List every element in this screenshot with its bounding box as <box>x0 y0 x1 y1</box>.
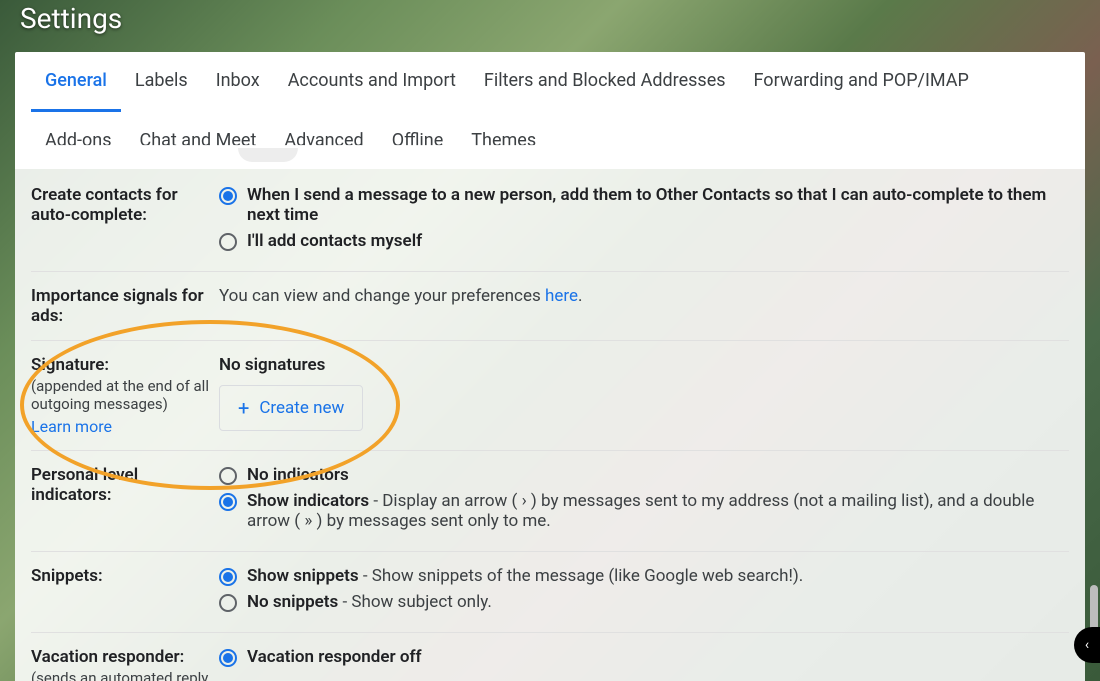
no-snippets-rest: - Show subject only. <box>338 592 492 612</box>
tab-inbox[interactable]: Inbox <box>202 52 274 112</box>
signature-sub: (appended at the end of all outgoing mes… <box>31 377 219 413</box>
ads-text-before: You can view and change your preferences <box>219 286 545 306</box>
radio-contacts-auto[interactable] <box>219 187 237 205</box>
label-create-contacts: Create contacts for auto-complete: <box>31 185 219 257</box>
create-new-signature-button[interactable]: + Create new <box>219 385 363 431</box>
show-snippets-bold: Show snippets <box>247 566 359 586</box>
label-vacation: Vacation responder: (sends an automated … <box>31 647 219 681</box>
radio-show-indicators-label: Show indicators - Display an arrow ( › )… <box>247 491 1069 531</box>
signature-learn-more-link[interactable]: Learn more <box>31 417 219 436</box>
show-snippets-rest: - Show snippets of the message (like Goo… <box>359 566 804 586</box>
radio-contacts-manual[interactable] <box>219 233 237 251</box>
chevron-left-icon: ‹ <box>1085 637 1089 653</box>
label-signature: Signature: (appended at the end of all o… <box>31 355 219 436</box>
no-snippets-bold: No snippets <box>247 592 338 612</box>
radio-no-indicators[interactable] <box>219 467 237 485</box>
ads-text: You can view and change your preferences… <box>219 286 1069 326</box>
vacation-sub: (sends an automated reply <box>31 669 219 681</box>
plus-icon: + <box>238 396 249 420</box>
row-ads: Importance signals for ads: You can view… <box>31 272 1069 341</box>
radio-vacation-off[interactable] <box>219 649 237 667</box>
signature-label-text: Signature: <box>31 355 109 375</box>
row-create-contacts: Create contacts for auto-complete: When … <box>31 145 1069 272</box>
tab-general[interactable]: General <box>31 52 121 112</box>
label-ads: Importance signals for ads: <box>31 286 219 326</box>
tab-labels[interactable]: Labels <box>121 52 202 112</box>
label-snippets: Snippets: <box>31 566 219 618</box>
radio-show-indicators[interactable] <box>219 493 237 511</box>
label-indicators: Personal level indicators: <box>31 465 219 537</box>
radio-no-indicators-label: No indicators <box>247 465 1069 485</box>
radio-contacts-manual-label: I'll add contacts myself <box>247 231 1069 251</box>
tab-accounts-import[interactable]: Accounts and Import <box>274 52 470 112</box>
radio-contacts-auto-label: When I send a message to a new person, a… <box>247 185 1069 225</box>
radio-show-snippets-label: Show snippets - Show snippets of the mes… <box>247 566 1069 586</box>
row-snippets: Snippets: Show snippets - Show snippets … <box>31 552 1069 633</box>
row-vacation: Vacation responder: (sends an automated … <box>31 633 1069 681</box>
tab-filters-blocked[interactable]: Filters and Blocked Addresses <box>470 52 740 112</box>
radio-show-snippets[interactable] <box>219 568 237 586</box>
row-signature: Signature: (appended at the end of all o… <box>31 341 1069 451</box>
settings-body: Create contacts for auto-complete: When … <box>15 145 1085 681</box>
no-signatures-text: No signatures <box>219 355 1069 375</box>
vacation-label-text: Vacation responder: <box>31 647 184 667</box>
row-indicators: Personal level indicators: No indicators… <box>31 451 1069 552</box>
show-indicators-bold: Show indicators <box>247 491 369 511</box>
ads-here-link[interactable]: here <box>545 286 578 306</box>
radio-vacation-off-label: Vacation responder off <box>247 647 1069 667</box>
ads-text-after: . <box>578 286 582 306</box>
radio-no-snippets-label: No snippets - Show subject only. <box>247 592 1069 612</box>
create-new-label: Create new <box>259 398 344 418</box>
radio-no-snippets[interactable] <box>219 594 237 612</box>
tab-forwarding-pop-imap[interactable]: Forwarding and POP/IMAP <box>740 52 983 112</box>
page-title: Settings <box>20 2 122 35</box>
